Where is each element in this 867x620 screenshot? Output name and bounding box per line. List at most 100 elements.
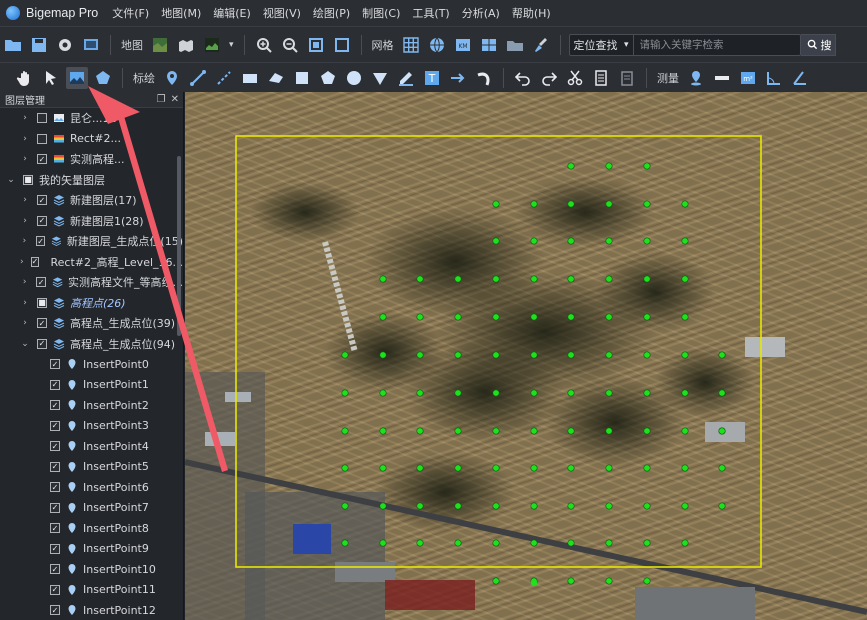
text-label-icon[interactable]: T (421, 67, 443, 89)
curved-arrow-icon[interactable] (473, 67, 495, 89)
insert-point-marker[interactable] (416, 539, 424, 547)
insert-point-marker[interactable] (416, 351, 424, 359)
menu-item[interactable]: 分析(A) (462, 5, 500, 21)
terrain-map-icon[interactable] (201, 34, 223, 56)
pan-hand-icon[interactable] (14, 67, 36, 89)
insert-point-marker[interactable] (454, 351, 462, 359)
globe-icon[interactable] (426, 34, 448, 56)
insert-point-marker[interactable] (605, 427, 613, 435)
insert-point-marker[interactable] (379, 275, 387, 283)
insert-point-marker[interactable] (567, 275, 575, 283)
layer-checkbox[interactable]: ✓ (50, 523, 60, 534)
insert-point-marker[interactable] (605, 539, 613, 547)
insert-point-marker[interactable] (718, 389, 726, 397)
layer-checkbox[interactable]: ✓ (36, 277, 46, 288)
zoom-extent-icon[interactable] (305, 34, 327, 56)
expand-chevron-icon[interactable]: › (20, 277, 29, 287)
insert-point-marker[interactable] (718, 502, 726, 510)
expand-chevron-icon[interactable]: ⌄ (6, 175, 16, 185)
layer-item[interactable]: › ✓ 新建图层_生成点位(15) (0, 231, 183, 252)
layer-item[interactable]: ⌄ ✓ 高程点_生成点位(94) (0, 334, 183, 355)
insert-point-marker[interactable] (379, 539, 387, 547)
azimuth-measure-icon[interactable] (789, 67, 811, 89)
insert-point-marker[interactable] (643, 464, 651, 472)
expand-chevron-icon[interactable]: › (20, 236, 29, 246)
insert-point-marker[interactable] (530, 464, 538, 472)
insert-point-marker[interactable] (530, 539, 538, 547)
insert-point-marker[interactable] (492, 313, 500, 321)
insert-point-marker[interactable] (605, 389, 613, 397)
insert-point-marker[interactable] (492, 389, 500, 397)
insert-point-marker[interactable] (492, 427, 500, 435)
square-icon[interactable] (291, 67, 313, 89)
pentagon-icon[interactable] (317, 67, 339, 89)
insert-point-marker[interactable] (681, 275, 689, 283)
insert-point-marker[interactable] (643, 502, 651, 510)
circle-icon[interactable] (343, 67, 365, 89)
insert-point-marker[interactable] (530, 389, 538, 397)
insert-point-marker[interactable] (643, 389, 651, 397)
insert-point-marker[interactable] (567, 351, 575, 359)
layer-checkbox[interactable]: ✓ (50, 379, 60, 390)
insert-point-marker[interactable] (454, 539, 462, 547)
insert-point-marker[interactable] (341, 502, 349, 510)
panel-scrollbar[interactable] (177, 156, 181, 336)
insert-point-item[interactable]: ✓ InsertPoint2 (0, 395, 183, 416)
shape-icon[interactable] (265, 67, 287, 89)
insert-point-marker[interactable] (530, 502, 538, 510)
insert-point-marker[interactable] (681, 539, 689, 547)
layer-checkbox[interactable]: ✓ (50, 441, 60, 452)
insert-point-marker[interactable] (454, 313, 462, 321)
insert-point-marker[interactable] (605, 313, 613, 321)
arrow-right-icon[interactable] (447, 67, 469, 89)
layer-checkbox[interactable] (37, 133, 47, 144)
scissors-cut-icon[interactable] (564, 67, 586, 89)
layer-checkbox[interactable]: ✓ (50, 564, 60, 575)
layer-checkbox[interactable]: ✓ (50, 359, 60, 370)
insert-point-marker[interactable] (454, 275, 462, 283)
layer-checkbox[interactable]: ✓ (37, 195, 47, 206)
menu-item[interactable]: 帮助(H) (512, 5, 551, 21)
satellite-imagery[interactable] (185, 92, 867, 620)
insert-point-marker[interactable] (605, 577, 613, 585)
layer-checkbox[interactable]: ✓ (37, 338, 47, 349)
menu-item[interactable]: 编辑(E) (213, 5, 251, 21)
insert-point-marker[interactable] (643, 427, 651, 435)
layer-checkbox[interactable]: ■ (23, 174, 33, 185)
insert-point-item[interactable]: ✓ InsertPoint1 (0, 375, 183, 396)
insert-point-marker[interactable] (341, 389, 349, 397)
insert-point-marker[interactable] (379, 313, 387, 321)
folder-icon[interactable] (504, 34, 526, 56)
insert-point-marker[interactable] (605, 162, 613, 170)
layer-checkbox[interactable]: ✓ (37, 154, 47, 165)
insert-point-item[interactable]: ✓ InsertPoint9 (0, 539, 183, 560)
insert-point-marker[interactable] (681, 464, 689, 472)
layer-item[interactable]: › ✓ Rect#2_高程_Level_16... (0, 252, 183, 273)
measure-label[interactable]: 测量 (657, 70, 679, 86)
insert-point-marker[interactable] (718, 427, 726, 435)
layer-item[interactable]: › ■ 高程点(26) (0, 293, 183, 314)
distance-ruler-icon[interactable] (711, 67, 733, 89)
layer-checkbox[interactable]: ✓ (37, 318, 47, 329)
insert-point-marker[interactable] (341, 351, 349, 359)
insert-point-marker[interactable] (454, 389, 462, 397)
insert-point-marker[interactable] (567, 162, 575, 170)
insert-point-marker[interactable] (681, 200, 689, 208)
close-icon[interactable]: ✕ (171, 94, 179, 105)
insert-point-item[interactable]: ✓ InsertPoint7 (0, 498, 183, 519)
layer-item[interactable]: › Rect#2... (0, 129, 183, 150)
insert-point-item[interactable]: ✓ InsertPoint10 (0, 559, 183, 580)
insert-point-marker[interactable] (681, 313, 689, 321)
layer-item[interactable]: › ✓ 实测高程... (0, 149, 183, 170)
insert-point-marker[interactable] (416, 464, 424, 472)
location-pin-icon[interactable] (685, 67, 707, 89)
image-export-icon[interactable] (66, 66, 88, 89)
insert-point-marker[interactable] (416, 313, 424, 321)
insert-point-marker[interactable] (605, 502, 613, 510)
area-measure-icon[interactable]: m² (737, 67, 759, 89)
insert-point-marker[interactable] (718, 351, 726, 359)
polygon-pick-icon[interactable] (92, 67, 114, 89)
menu-item[interactable]: 文件(F) (112, 5, 149, 21)
insert-point-marker[interactable] (492, 502, 500, 510)
insert-point-marker[interactable] (567, 313, 575, 321)
